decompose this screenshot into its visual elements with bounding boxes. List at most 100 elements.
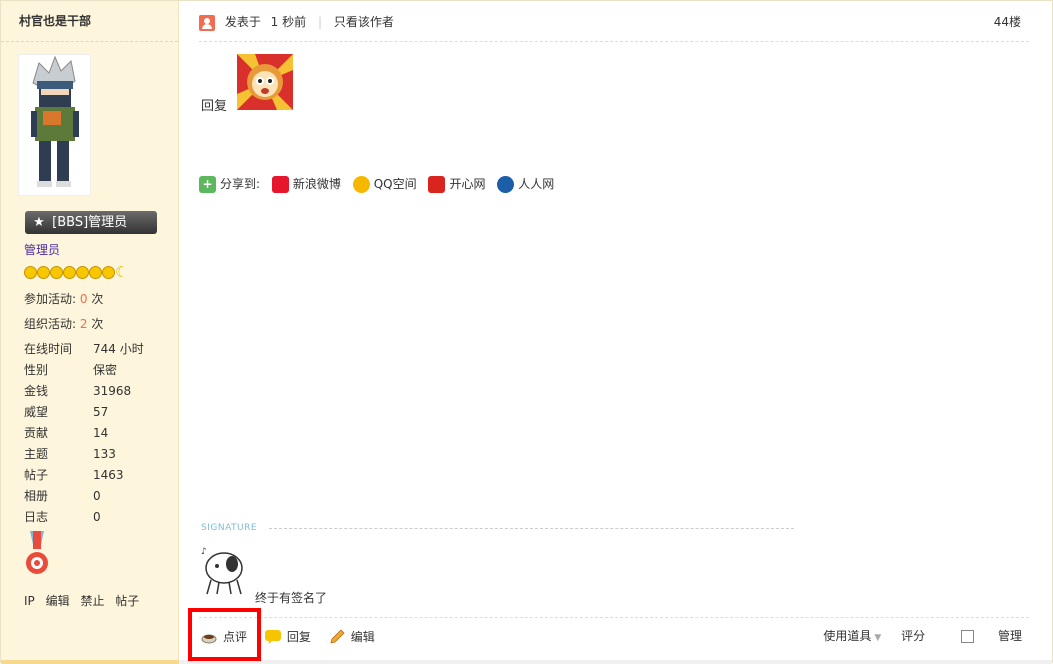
divider: |: [317, 15, 322, 29]
sun-icon: [24, 266, 37, 279]
share-target-label[interactable]: QQ空间: [374, 177, 417, 191]
stat-value[interactable]: 133: [93, 447, 116, 461]
share-add: + 分享到:: [199, 174, 260, 194]
sun-icon: [63, 266, 76, 279]
stat-row: 金钱 31968: [24, 381, 144, 402]
activity-unit: 次: [87, 292, 104, 306]
user-posts-link[interactable]: 帖子: [115, 594, 139, 608]
comment-highlight-box: [188, 608, 261, 661]
stat-row: 在线时间 744 小时: [24, 339, 144, 360]
signature-cartoon: ♪: [199, 544, 249, 596]
share-target-label[interactable]: 新浪微博: [293, 177, 341, 191]
stat-label: 性别: [24, 363, 49, 377]
ban-user-link[interactable]: 禁止: [80, 594, 104, 608]
stat-label: 帖子: [24, 468, 49, 482]
stat-label: 日志: [24, 510, 49, 524]
stat-label: 主题: [24, 447, 49, 461]
pencil-icon: [330, 630, 345, 644]
share-target-label[interactable]: 人人网: [518, 177, 554, 191]
share-target-label[interactable]: 开心网: [449, 177, 485, 191]
stat-value[interactable]: 0: [93, 510, 101, 524]
manage-checkbox[interactable]: [960, 630, 974, 643]
user-stats: 在线时间 744 小时 性别 保密 金钱 31968 威望 57 贡献 14 主题 133 …: [24, 339, 144, 528]
qzone-icon: [352, 175, 370, 193]
share-renren[interactable]: 人人网: [497, 174, 554, 194]
renren-icon: [497, 175, 515, 193]
monkey-emoticon: [237, 54, 293, 110]
stat-value[interactable]: 0: [93, 489, 101, 503]
stat-row: 日志 0: [24, 507, 144, 528]
edit-button[interactable]: 编辑: [329, 627, 375, 647]
activity-label: 组织活动:: [24, 317, 80, 331]
reply-label[interactable]: 回复: [287, 630, 311, 644]
signature-divider: [269, 528, 794, 529]
medal-icon[interactable]: [24, 531, 50, 581]
level-icons: ☾: [24, 265, 130, 283]
plus-icon: +: [199, 175, 216, 193]
stat-label: 在线时间: [24, 342, 73, 356]
activity-joined: 参加活动: 0 次: [24, 290, 103, 307]
sun-icon: [37, 266, 50, 279]
stat-row: 性别 保密: [24, 360, 144, 381]
posted-prefix: 发表于: [224, 15, 261, 29]
main-bottom-bar: [179, 660, 1052, 664]
stat-value[interactable]: 1463: [93, 468, 124, 482]
user-group-link[interactable]: 管理员: [24, 241, 60, 258]
author-name[interactable]: 村官也是干部: [1, 1, 178, 42]
post-main: 发表于 1 秒前 | 只看该作者 44楼 回复 + 分享到: 新浪微博 QQ空间…: [179, 1, 1052, 664]
speech-bubble-icon: [264, 630, 281, 644]
sidebar-bottom-bar: [1, 660, 179, 664]
floor-number[interactable]: 44楼: [994, 11, 1021, 33]
post-content: 回复: [201, 99, 228, 114]
badge-label: [BBS]管理员: [52, 215, 128, 230]
sun-icon: [50, 266, 63, 279]
user-icon: [199, 14, 215, 31]
stat-value: 31968: [93, 384, 132, 398]
activity-count[interactable]: 0: [80, 292, 88, 306]
star-icon: ★: [33, 215, 45, 230]
share-label: 分享到:: [220, 176, 261, 191]
sun-icon: [89, 266, 102, 279]
author-sidebar: 村官也是干部 ★ [BBS]管理员 管理员 ☾ 参加活动: 0 次 组织活动: …: [1, 1, 179, 664]
chevron-down-icon: ▼: [874, 633, 882, 643]
activity-unit: 次: [87, 317, 104, 331]
stat-label: 威望: [24, 405, 49, 419]
sun-icon: [76, 266, 89, 279]
reply-button[interactable]: 回复: [264, 627, 311, 647]
share-qzone[interactable]: QQ空间: [352, 174, 417, 194]
activity-organized: 组织活动: 2 次: [24, 315, 103, 332]
tools-label[interactable]: 使用道具: [823, 629, 871, 643]
post-right-actions: 使用道具 ▼ 评分 管理: [791, 626, 1022, 646]
rate-button[interactable]: 评分: [901, 629, 925, 643]
stat-row: 威望 57: [24, 402, 144, 423]
stat-value: 744 小时: [93, 342, 144, 356]
use-tools-dropdown[interactable]: 使用道具 ▼: [807, 629, 881, 643]
share-weibo[interactable]: 新浪微博: [271, 174, 341, 194]
stat-row: 帖子 1463: [24, 465, 144, 486]
admin-links: IP 编辑 禁止 帖子: [24, 592, 146, 609]
weibo-icon: [271, 175, 289, 193]
stat-row: 相册 0: [24, 486, 144, 507]
avatar[interactable]: [18, 54, 91, 196]
stat-label: 金钱: [24, 384, 49, 398]
stat-value: 14: [93, 426, 109, 440]
kaixin-icon: [428, 175, 446, 193]
header-divider: [199, 41, 1029, 42]
edit-user-link[interactable]: 编辑: [46, 594, 70, 608]
post-header: 发表于 1 秒前 | 只看该作者 44楼: [199, 11, 1029, 33]
post-container: 村官也是干部 ★ [BBS]管理员 管理员 ☾ 参加活动: 0 次 组织活动: …: [0, 0, 1053, 664]
edit-label[interactable]: 编辑: [351, 630, 375, 644]
footer-divider: [199, 617, 1029, 618]
manage-control[interactable]: 管理: [945, 629, 1022, 643]
moon-icon: ☾: [115, 263, 129, 281]
ip-link[interactable]: IP: [24, 594, 35, 608]
posted-time: 1 秒前: [270, 15, 307, 29]
share-bar: + 分享到: 新浪微博 QQ空间 开心网 人人网: [199, 173, 562, 193]
stat-value: 57: [93, 405, 109, 419]
share-kaixin[interactable]: 开心网: [428, 174, 485, 194]
stat-label: 相册: [24, 489, 49, 503]
activity-count[interactable]: 2: [80, 317, 88, 331]
manage-label[interactable]: 管理: [998, 629, 1022, 643]
only-author-link[interactable]: 只看该作者: [334, 15, 394, 29]
stat-row: 贡献 14: [24, 423, 144, 444]
